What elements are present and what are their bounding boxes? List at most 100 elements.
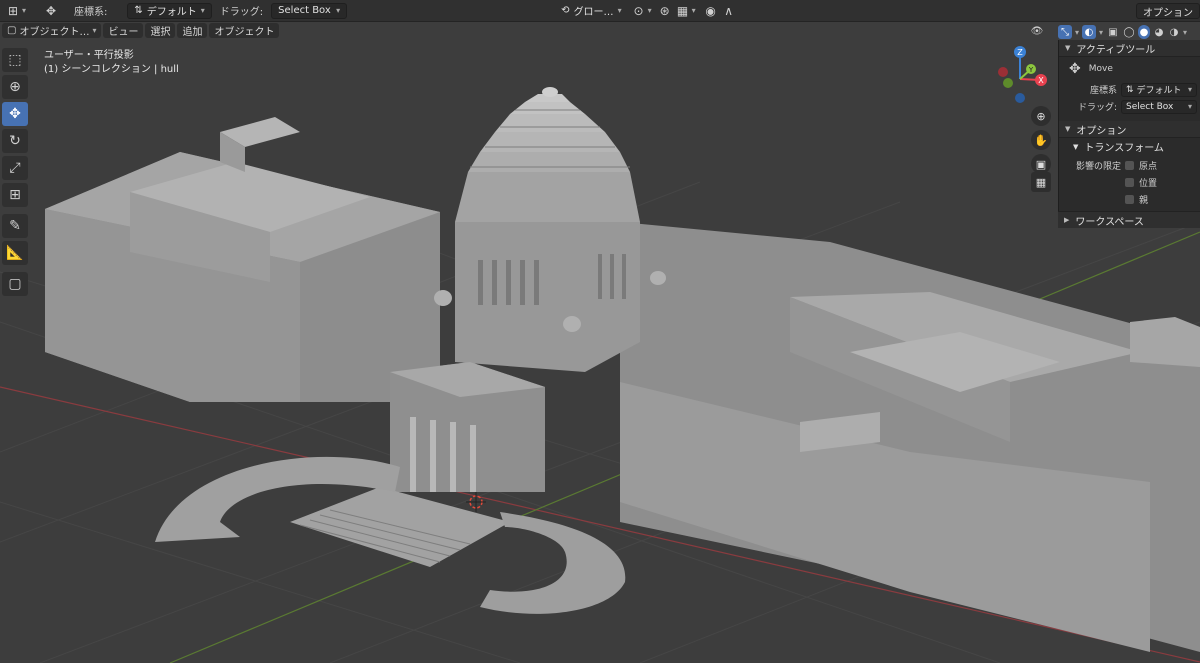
collapse-triangle-icon: ▶ bbox=[1064, 216, 1070, 224]
origin-checkbox[interactable] bbox=[1125, 161, 1134, 170]
wireframe-shading-icon[interactable]: ◯ bbox=[1123, 25, 1135, 39]
expand-triangle-icon: ▼ bbox=[1065, 125, 1071, 133]
solid-shading-icon[interactable]: ● bbox=[1138, 25, 1151, 39]
gizmo-x-label: X bbox=[1038, 76, 1044, 85]
coord-value: デフォルト bbox=[1136, 86, 1182, 96]
grid-view-icon[interactable]: ▦ bbox=[1031, 172, 1051, 192]
scale-icon[interactable]: ⤢ bbox=[2, 156, 28, 180]
drag-value: Select Box bbox=[1126, 101, 1174, 112]
chevron-down-icon: ▾ bbox=[200, 6, 205, 15]
left-toolbar: ⬚ ⊕ ✥ ↻ ⤢ ⊞ ✎ 📐 ▢ bbox=[2, 48, 30, 299]
affect-row-location: 位置 bbox=[1059, 174, 1200, 191]
snap-increment-icon[interactable]: ▦ bbox=[674, 2, 692, 20]
affect-row-origin: 影響の限定 原点 bbox=[1059, 157, 1200, 174]
building-model[interactable] bbox=[45, 87, 1200, 652]
move-icon: ✥ bbox=[1069, 61, 1081, 77]
coord-dropdown[interactable]: ⇅ デフォルト ▾ bbox=[1121, 82, 1197, 97]
chevron-down-icon: ▾ bbox=[1099, 27, 1104, 37]
active-tool-header[interactable]: ▼ アクティブツール bbox=[1059, 40, 1200, 57]
rotate-icon[interactable]: ↻ bbox=[2, 129, 28, 153]
mode-dropdown[interactable]: ▢ オブジェクト… ▾ bbox=[2, 23, 102, 38]
snap-icon[interactable]: ⊛ bbox=[656, 2, 674, 20]
viewport-header: ▢ オブジェクト… ▾ ビュー 選択 追加 オブジェクト 👁 bbox=[0, 22, 1058, 39]
location-checkbox[interactable] bbox=[1125, 178, 1134, 187]
orientation-icon: ⟲ bbox=[561, 5, 570, 16]
shading-toolbar: ⤡ ▾ ◐ ▾ ▣ ◯ ● ◕ ◑ ▾ bbox=[1058, 24, 1200, 40]
expand-triangle-icon: ▼ bbox=[1065, 44, 1071, 52]
measure-icon[interactable]: 📐 bbox=[2, 241, 28, 265]
chevron-down-icon: ▾ bbox=[1183, 27, 1188, 37]
origin-label: 原点 bbox=[1139, 162, 1158, 172]
transform-icon[interactable]: ⊞ bbox=[2, 183, 28, 207]
gizmo-toggle-icon[interactable]: ⤡ bbox=[1058, 25, 1072, 39]
material-shading-icon[interactable]: ◕ bbox=[1153, 25, 1165, 39]
chevron-down-icon: ▾ bbox=[647, 6, 652, 15]
3d-viewport[interactable]: Z X Y ユーザー・平行投影 (1) シーンコレクション | hull ⊕ ✋… bbox=[0, 22, 1200, 663]
overlay-icon[interactable]: ◐ bbox=[1082, 25, 1097, 39]
gizmo-z-label: Z bbox=[1017, 48, 1023, 57]
location-label: 位置 bbox=[1139, 179, 1158, 189]
menu-add[interactable]: 追加 bbox=[177, 23, 208, 38]
chevron-down-icon: ▾ bbox=[691, 6, 696, 15]
move-icon[interactable]: ✥ bbox=[42, 2, 60, 20]
menu-object[interactable]: オブジェクト bbox=[209, 23, 280, 38]
transform-title: トランスフォーム bbox=[1084, 143, 1164, 154]
proportional-edit-icon[interactable]: ◉ bbox=[702, 2, 720, 20]
chevron-down-icon: ▾ bbox=[1075, 27, 1080, 37]
drag-label: ドラッグ: bbox=[1077, 103, 1117, 113]
transform-subheader[interactable]: ▼ トランスフォーム bbox=[1059, 138, 1200, 155]
parent-checkbox[interactable] bbox=[1125, 195, 1134, 204]
workspace-title: ワークスペース bbox=[1075, 216, 1144, 228]
top-header: ⊞ ▾ ✥ 座標系: ⇅ デフォルト ▾ ドラッグ: Select Box ▾ … bbox=[0, 0, 1200, 22]
3d-cursor-icon[interactable]: ⊕ bbox=[2, 75, 28, 99]
options-title: オプション bbox=[1076, 125, 1127, 137]
menu-select[interactable]: 選択 bbox=[145, 23, 176, 38]
pivot-icon: ⇅ bbox=[134, 5, 143, 16]
options-dropdown[interactable]: オプション bbox=[1136, 3, 1200, 19]
pan-hand-icon[interactable]: ✋ bbox=[1031, 130, 1051, 150]
zoom-icon[interactable]: ⊕ bbox=[1031, 106, 1051, 126]
view-info-line2: (1) シーンコレクション | hull bbox=[44, 64, 179, 75]
camera-icon[interactable]: ▣ bbox=[1031, 154, 1051, 174]
chevron-down-icon: ▾ bbox=[617, 6, 622, 15]
object-mode-icon: ▢ bbox=[7, 25, 17, 36]
cursor-select-icon[interactable]: ⬚ bbox=[2, 48, 28, 72]
affect-label: 影響の限定 bbox=[1075, 162, 1121, 172]
chevron-down-icon: ▾ bbox=[1187, 102, 1192, 111]
view-info-line1: ユーザー・平行投影 bbox=[44, 50, 134, 61]
chevron-down-icon: ▾ bbox=[22, 6, 27, 15]
falloff-icon[interactable]: ∧ bbox=[720, 2, 738, 20]
pivot-point-icon[interactable]: ⊙ bbox=[630, 2, 648, 20]
coord-label: 座標系: bbox=[74, 7, 108, 18]
menu-view[interactable]: ビュー bbox=[103, 23, 144, 38]
affect-row-parent: 親 bbox=[1059, 191, 1200, 208]
workspace-header[interactable]: ▶ ワークスペース bbox=[1058, 211, 1200, 228]
drag-value: Select Box bbox=[278, 5, 331, 16]
options-header[interactable]: ▼ オプション bbox=[1059, 121, 1200, 138]
gizmo-y-label: Y bbox=[1028, 66, 1034, 74]
scene-canvas[interactable]: Z X Y bbox=[0, 22, 1200, 663]
drag-dropdown[interactable]: Select Box ▾ bbox=[271, 2, 348, 19]
expand-triangle-icon: ▼ bbox=[1073, 142, 1079, 151]
active-tool-title: アクティブツール bbox=[1076, 44, 1156, 56]
orientation-value: グロー… bbox=[573, 7, 614, 18]
tool-name: Move bbox=[1088, 64, 1113, 74]
xray-icon[interactable]: ▣ bbox=[1106, 25, 1120, 39]
add-cube-icon[interactable]: ▢ bbox=[2, 272, 28, 296]
active-tool-row: ✥ Move bbox=[1059, 57, 1200, 81]
move-icon[interactable]: ✥ bbox=[2, 102, 28, 126]
coord-value: デフォルト bbox=[146, 7, 197, 18]
chevron-down-icon: ▾ bbox=[336, 6, 341, 15]
chevron-down-icon: ▾ bbox=[92, 26, 97, 35]
visibility-icon[interactable]: 👁 bbox=[1030, 24, 1044, 38]
rendered-shading-icon[interactable]: ◑ bbox=[1168, 25, 1180, 39]
transform-orientation-dropdown[interactable]: ⟲ グロー… ▾ bbox=[555, 2, 628, 19]
navigation-gizmo[interactable]: Z X Y bbox=[998, 46, 1047, 103]
mode-value: オブジェクト… bbox=[19, 27, 90, 38]
parent-label: 親 bbox=[1139, 196, 1149, 206]
drag-dropdown[interactable]: Select Box ▾ bbox=[1121, 99, 1197, 114]
coord-dropdown[interactable]: ⇅ デフォルト ▾ bbox=[127, 2, 212, 19]
annotate-icon[interactable]: ✎ bbox=[2, 214, 28, 238]
blender-window: ⊞ ▾ ✥ 座標系: ⇅ デフォルト ▾ ドラッグ: Select Box ▾ … bbox=[0, 0, 1200, 663]
editor-type-icon[interactable]: ⊞ bbox=[4, 2, 22, 20]
